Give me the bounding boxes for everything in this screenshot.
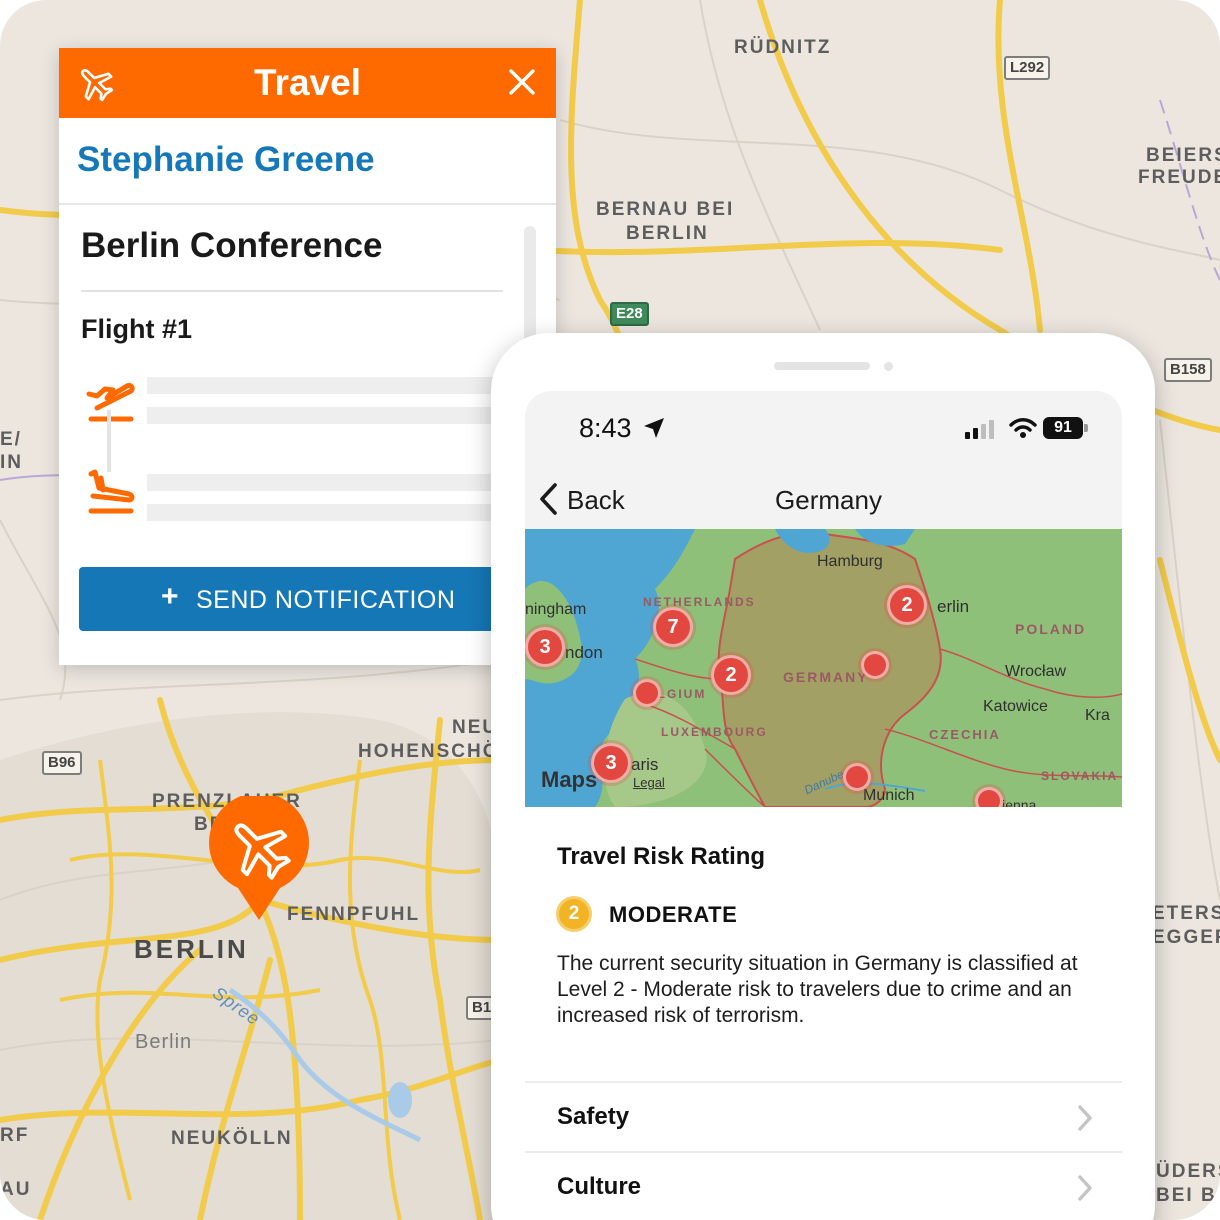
plus-icon: + <box>161 580 179 613</box>
map-place-label: EGGER <box>1152 927 1220 948</box>
placeholder-line <box>147 377 497 394</box>
section-row-safety[interactable]: Safety <box>525 1083 1122 1151</box>
map-country-label: LUXEMBOURG <box>661 725 768 739</box>
flight-label: Flight #1 <box>81 314 193 344</box>
map-country-label: POLAND <box>1015 621 1087 637</box>
risk-cluster-marker[interactable]: 2 <box>887 585 927 625</box>
map-place-label: RF <box>0 1125 30 1146</box>
map-city-label: Wrocław <box>1005 663 1067 680</box>
arrival-icon <box>88 469 135 514</box>
risk-level-label: MODERATE <box>609 902 738 927</box>
map-place-label: ETERS <box>1152 903 1220 924</box>
map-place-label: E/ <box>0 429 22 450</box>
flight-connector <box>107 410 111 472</box>
phone-camera <box>884 362 893 371</box>
road-shield: B96 <box>42 751 82 775</box>
map-city-label: ningham <box>525 601 587 618</box>
map-city-label: Kra <box>1085 707 1110 724</box>
risk-cluster-marker[interactable]: 7 <box>653 607 693 647</box>
close-icon[interactable] <box>506 66 538 98</box>
map-city-label: ndon <box>565 643 603 662</box>
map-place-label: ÜDERS <box>1156 1161 1220 1182</box>
road-shield: E28 <box>610 302 649 326</box>
map-city-label: BERLIN <box>134 934 249 964</box>
map-country-label: CZECHIA <box>929 727 1001 742</box>
phone-device: 8:43 91 Back Germany Hamburg erlin ningh… <box>491 333 1155 1220</box>
risk-cluster-marker[interactable] <box>861 651 889 679</box>
risk-level-badge: 2 <box>556 896 592 932</box>
map-country-label: SLOVAKIA <box>1041 769 1119 783</box>
travel-card-title: Travel <box>254 62 361 103</box>
map-place-label: FREUDE <box>1138 167 1220 188</box>
battery-icon: 91 <box>1043 417 1089 439</box>
map-city-label: Munich <box>863 787 915 804</box>
phone-screen: 8:43 91 Back Germany Hamburg erlin ningh… <box>525 391 1122 1220</box>
map-city-label: erlin <box>937 597 970 616</box>
section-row-label: Culture <box>557 1173 641 1200</box>
wifi-icon <box>1009 418 1037 438</box>
section-row-culture[interactable]: Culture <box>525 1153 1122 1220</box>
send-notification-label: SEND NOTIFICATION <box>196 586 456 614</box>
map-place-label: BEI B <box>1156 1185 1217 1206</box>
country-map[interactable]: Hamburg erlin ningham ndon Wrocław Katow… <box>525 529 1122 807</box>
map-district-label: Berlin <box>135 1031 193 1053</box>
map-place-label: RÜDNITZ <box>734 37 832 58</box>
travel-card-header: Travel <box>59 48 556 118</box>
placeholder-line <box>147 407 497 424</box>
map-place-label: HOHENSCHÖ <box>358 741 500 762</box>
signal-icon <box>965 420 994 439</box>
section-row-label: Safety <box>557 1103 630 1130</box>
risk-rating-title: Travel Risk Rating <box>557 843 766 870</box>
nav-title: Germany <box>775 485 882 515</box>
map-place-label: AU <box>0 1179 32 1200</box>
risk-cluster-marker[interactable] <box>975 787 1003 807</box>
trip-divider <box>81 290 503 292</box>
map-country-label: NETHERLANDS <box>643 595 756 609</box>
road-shield: L292 <box>1004 56 1051 80</box>
maps-logo: Maps <box>541 767 598 792</box>
location-pin-icon[interactable] <box>208 796 310 920</box>
nav-bar: Back Germany <box>525 467 1122 529</box>
risk-cluster-marker[interactable] <box>843 763 871 791</box>
map-country-label: GERMANY <box>783 669 869 685</box>
map-place-label: BERLIN <box>626 223 709 244</box>
risk-cluster-marker[interactable]: 2 <box>711 655 751 695</box>
map-city-label: Katowice <box>983 698 1048 715</box>
risk-cluster-marker[interactable] <box>633 679 661 707</box>
road-shield: B158 <box>1164 358 1212 382</box>
maps-legal-link[interactable]: Legal <box>633 775 665 790</box>
battery-level: 91 <box>1043 417 1083 439</box>
phone-speaker <box>774 362 870 370</box>
map-city-label: aris <box>631 755 659 774</box>
chevron-right-icon <box>1078 1105 1092 1131</box>
location-arrow-icon <box>644 418 664 438</box>
traveler-name[interactable]: Stephanie Greene <box>77 140 375 180</box>
status-bar: 8:43 91 <box>525 391 1122 467</box>
risk-description: The current security situation in German… <box>557 952 1078 1027</box>
map-place-label: BEIERS <box>1146 145 1220 166</box>
card-divider <box>59 203 556 205</box>
map-place-label: IN <box>0 452 23 473</box>
travel-card: Travel Stephanie Greene Berlin Conferenc… <box>59 48 556 665</box>
map-place-label: BERNAU BEI <box>596 199 735 220</box>
map-city-label: Hamburg <box>817 553 883 570</box>
map-place-label: NEUKÖLLN <box>171 1128 293 1149</box>
status-time: 8:43 <box>579 413 632 443</box>
chevron-right-icon <box>1078 1175 1092 1201</box>
risk-cluster-marker[interactable]: 3 <box>525 627 565 667</box>
trip-title: Berlin Conference <box>81 226 383 265</box>
placeholder-line <box>147 504 497 521</box>
send-notification-button[interactable]: + SEND NOTIFICATION <box>79 567 519 631</box>
placeholder-line <box>147 474 497 491</box>
